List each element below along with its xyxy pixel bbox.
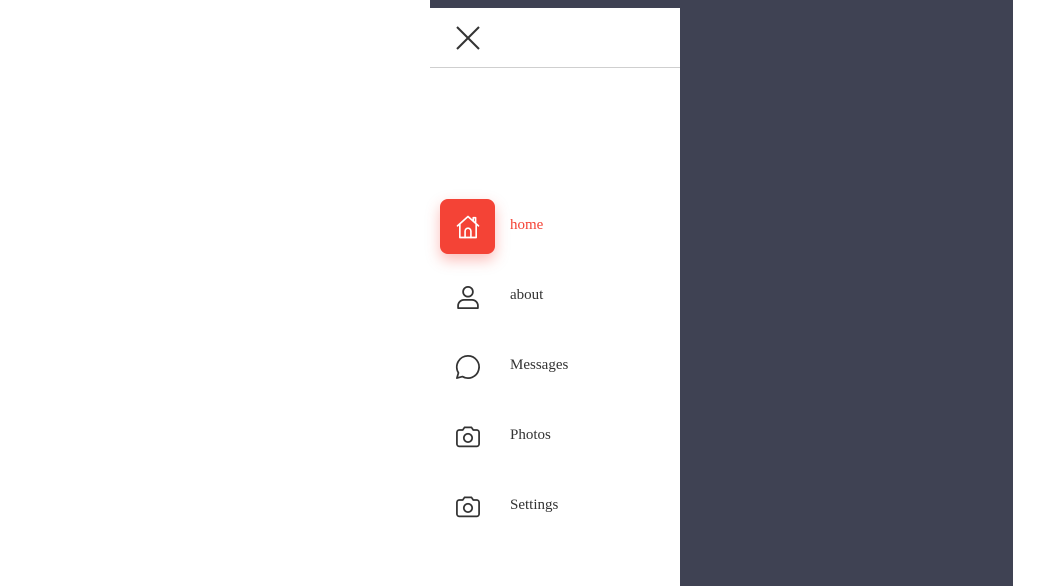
nav-label-about: about	[510, 287, 544, 303]
side-drawer: home about Messages Photos Settings	[430, 8, 680, 586]
chat-bubble-icon-box	[440, 339, 495, 394]
camera-icon-box	[440, 479, 495, 534]
camera-icon	[455, 496, 480, 517]
nav-label-home: home	[510, 217, 544, 233]
nav-item-about[interactable]: about	[430, 269, 680, 339]
home-icon	[456, 215, 479, 238]
user-icon	[456, 285, 479, 309]
chat-bubble-icon	[455, 354, 480, 379]
camera-icon	[455, 426, 480, 447]
nav-item-photos[interactable]: Photos	[430, 409, 680, 479]
nav-item-home[interactable]: home	[430, 199, 680, 269]
home-icon-box	[440, 199, 495, 254]
close-icon	[456, 26, 480, 50]
drawer-nav: home about Messages Photos Settings	[430, 199, 680, 549]
app-stage: home about Messages Photos Settings	[0, 0, 1054, 586]
nav-label-photos: Photos	[510, 427, 551, 443]
close-button[interactable]	[454, 24, 482, 52]
nav-label-settings: Settings	[510, 497, 559, 513]
camera-icon-box	[440, 409, 495, 464]
nav-label-messages: Messages	[510, 357, 569, 373]
user-icon-box	[440, 269, 495, 324]
nav-item-messages[interactable]: Messages	[430, 339, 680, 409]
nav-item-settings[interactable]: Settings	[430, 479, 680, 549]
drawer-header	[430, 8, 680, 68]
